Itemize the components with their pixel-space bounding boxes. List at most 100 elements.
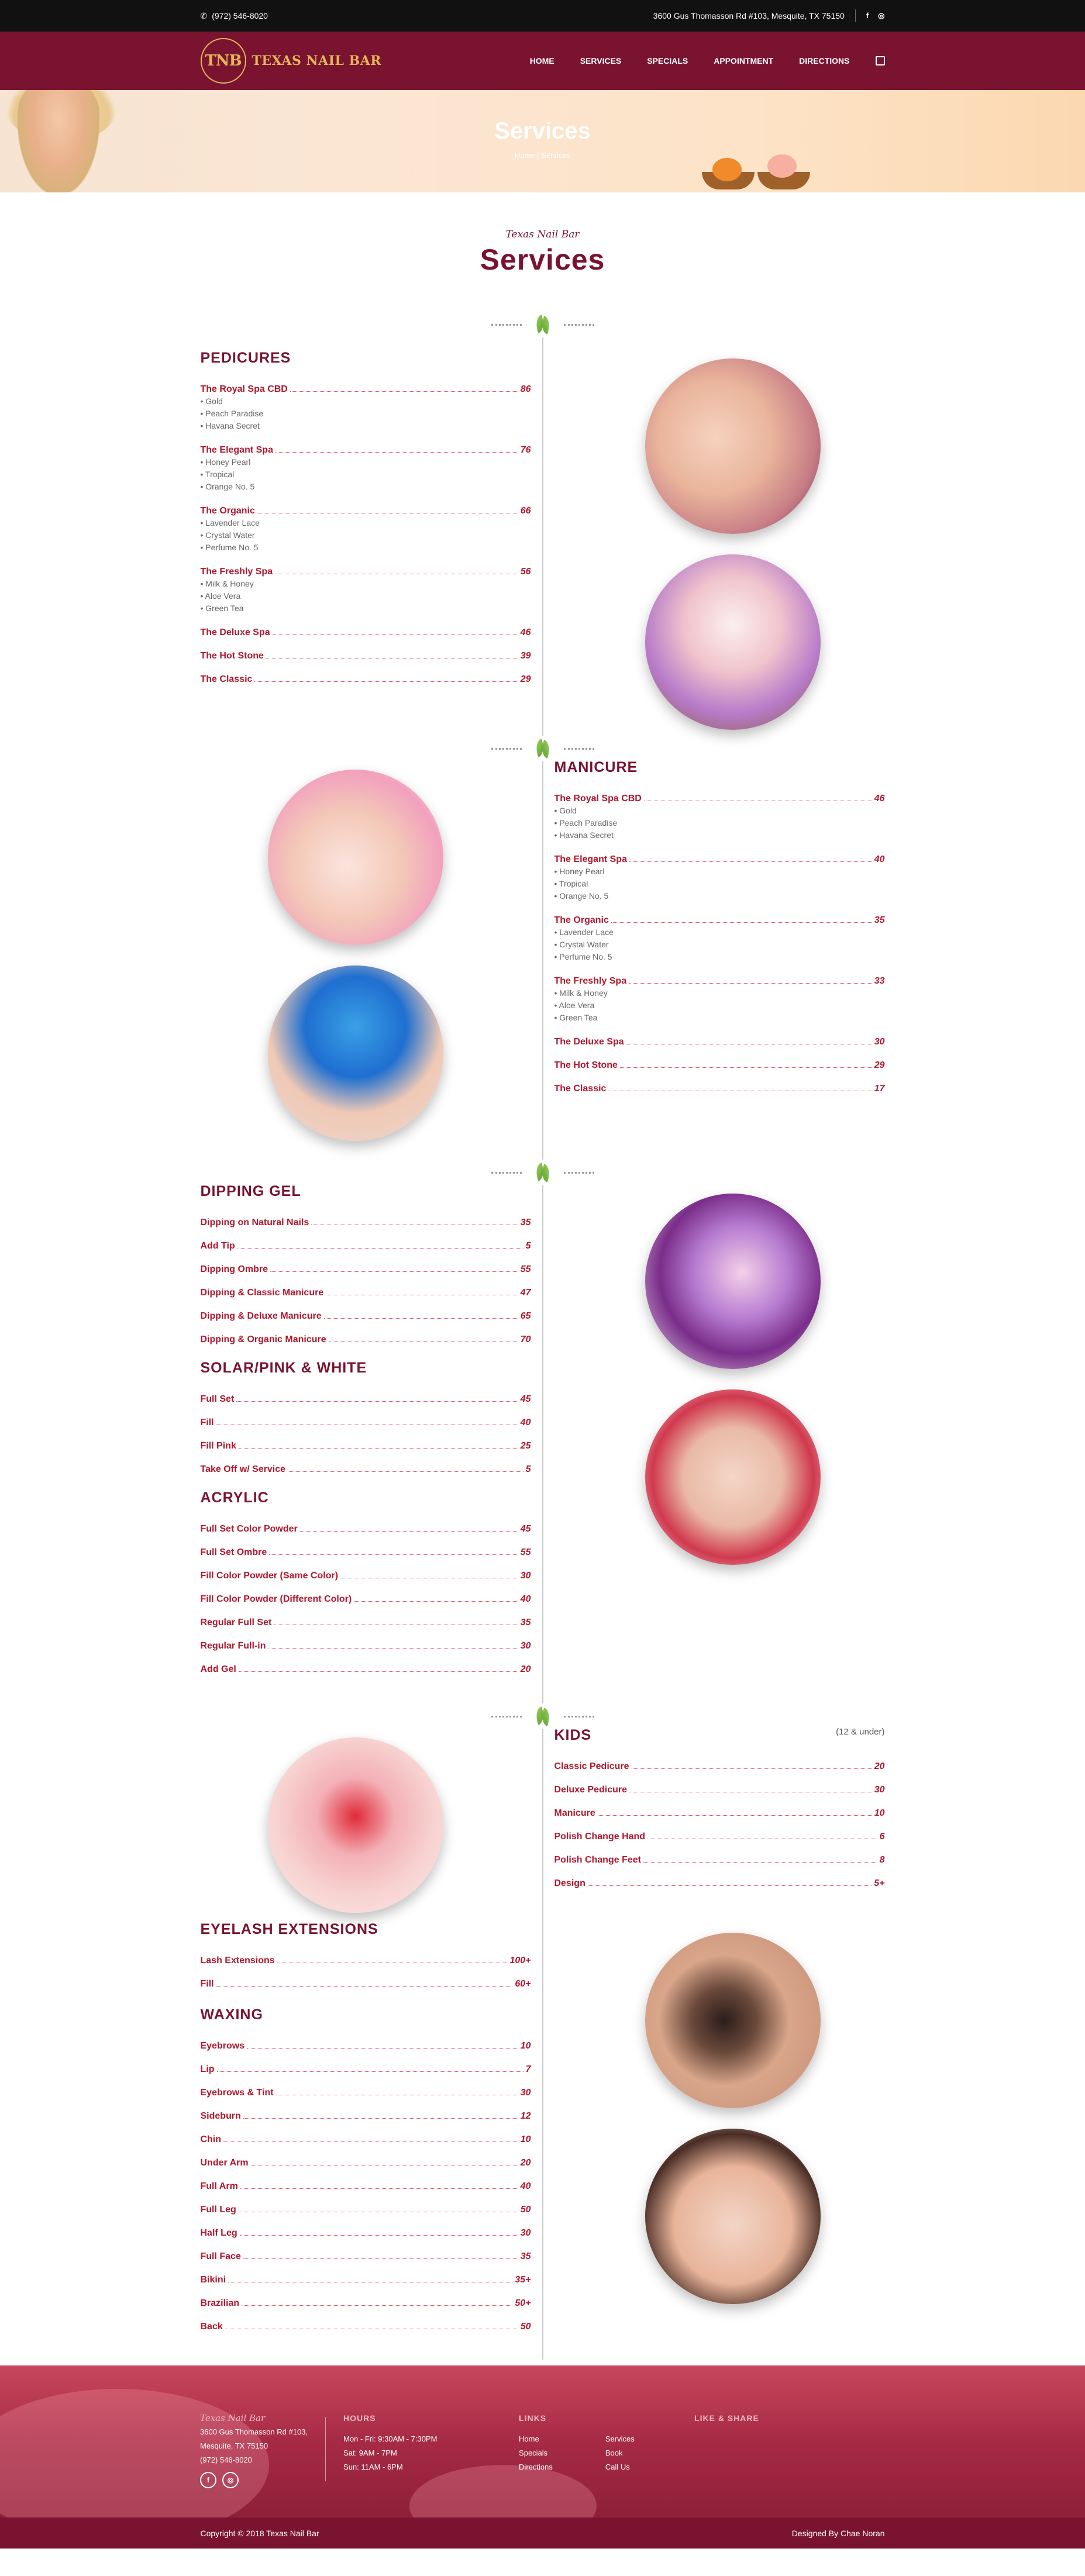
item-price: 55 xyxy=(520,1547,531,1557)
blue-nails-image xyxy=(267,965,443,1141)
item-name: Lash Extensions xyxy=(200,1956,275,1965)
dotted-leader xyxy=(290,391,518,392)
dotted-leader xyxy=(270,1271,518,1272)
item-price: 30 xyxy=(874,1037,885,1047)
item-price: 39 xyxy=(520,651,531,661)
kids-polish-image xyxy=(267,1737,443,1913)
menu-item: Lip 7 xyxy=(201,2051,531,2075)
leaf-icon xyxy=(532,315,553,334)
item-name: Fill Pink xyxy=(200,1441,236,1451)
menu-item: Half Leg 30 xyxy=(201,2215,531,2239)
dotted-leader xyxy=(631,1768,872,1769)
hours-title: HOURS xyxy=(343,2413,376,2423)
item-price: 56 xyxy=(520,567,531,577)
leaf-icon xyxy=(532,1163,553,1182)
menu-item: Fill Color Powder (Different Color) 40 xyxy=(201,1581,531,1605)
menu-item: Full Set Ombre 55 xyxy=(201,1534,531,1558)
instagram-icon[interactable]: ◎ xyxy=(222,2472,239,2488)
item-price: 20 xyxy=(520,2158,531,2168)
item-price: 30 xyxy=(520,2088,531,2098)
category-title: SOLAR/PINK & WHITE xyxy=(200,1360,367,1376)
menu-item: Back 50 xyxy=(201,2309,531,2332)
category-title: ACRYLIC xyxy=(200,1489,269,1506)
dotted-leader xyxy=(354,1601,518,1602)
topbar-phone[interactable]: (972) 546-8020 xyxy=(212,11,268,20)
menu-kids: KIDS (12 & under) Classic Pedicure 20 Delu… xyxy=(554,1727,885,1889)
footer-link-services[interactable]: Services xyxy=(605,2432,635,2446)
french-nails-image xyxy=(645,1389,821,1565)
menu-item: The Hot Stone 29 xyxy=(554,1047,885,1071)
menu-item: Bikini 35+ xyxy=(201,2262,531,2285)
manicure-hand-image xyxy=(267,770,443,945)
menu-item: Regular Full Set 35 xyxy=(201,1605,531,1628)
nav-item-services[interactable]: SERVICES xyxy=(580,56,622,65)
item-name: Classic Pedicure xyxy=(554,1761,629,1771)
dotted-leader xyxy=(288,1471,523,1472)
item-name: The Hot Stone xyxy=(200,651,264,661)
footer: Texas Nail Bar 3600 Gus Thomasson Rd #10… xyxy=(0,2365,1085,2518)
menu-item: The Freshly Spa 56 xyxy=(201,554,531,577)
item-name: The Hot Stone xyxy=(554,1060,618,1070)
hero-title: Services xyxy=(494,118,591,144)
topbar-divider xyxy=(855,9,856,22)
topbar-address[interactable]: 3600 Gus Thomasson Rd #103, Mesquite, TX… xyxy=(653,11,845,20)
menu-item: Eyebrows 10 xyxy=(201,2028,531,2051)
footer-contact: Texas Nail Bar 3600 Gus Thomasson Rd #10… xyxy=(200,2411,308,2488)
footer-link-home[interactable]: Home xyxy=(519,2432,553,2446)
footer-link-book[interactable]: Book xyxy=(605,2446,635,2460)
nav-item-directions[interactable]: DIRECTIONS xyxy=(799,56,849,65)
item-price: 45 xyxy=(520,1524,531,1534)
item-price: 40 xyxy=(874,854,885,864)
menu-item: Full Face 35 xyxy=(201,2239,531,2262)
menu-item: Polish Change Hand 6 xyxy=(554,1819,885,1842)
menu-pedicures: PEDICURES The Royal Spa CBD 86 • Gold • Pe… xyxy=(201,350,531,685)
purple-nails-image xyxy=(645,1194,821,1369)
dotted-leader xyxy=(269,1554,518,1555)
item-price: 10 xyxy=(520,2134,531,2144)
nav-item-home[interactable]: HOME xyxy=(530,56,554,65)
menu-item: Full Set 45 xyxy=(201,1381,531,1405)
item-name: Deluxe Pedicure xyxy=(554,1785,628,1795)
nav-item-specials[interactable]: SPECIALS xyxy=(647,56,688,65)
dotted-leader xyxy=(243,2258,518,2259)
logo[interactable]: TNB TEXAS NAIL BAR xyxy=(200,38,382,84)
menu-item: The Elegant Spa 40 xyxy=(554,842,885,865)
menu-item: Dipping on Natural Nails 35 xyxy=(201,1205,531,1228)
footer-link-call[interactable]: Call Us xyxy=(605,2460,635,2474)
calendar-icon[interactable] xyxy=(875,56,885,65)
item-price: 50 xyxy=(520,2205,531,2215)
item-options: • Honey Pearl • Tropical • Orange No. 5 xyxy=(554,867,609,901)
nails-block: DIPPING GEL Dipping on Natural Nails 35 Ad… xyxy=(201,1160,885,1703)
item-name: The Royal Spa CBD xyxy=(200,384,288,394)
menu-eyelash: EYELASH EXTENSIONS Lash Extensions 100+ Fi… xyxy=(201,1921,531,1989)
item-price: 60+ xyxy=(515,1979,531,1989)
menu-item: The Elegant Spa 76 xyxy=(201,432,531,456)
instagram-icon[interactable]: ◎ xyxy=(878,11,884,20)
item-name: The Deluxe Spa xyxy=(554,1037,624,1047)
item-name: Chin xyxy=(200,2134,222,2144)
item-name: The Freshly Spa xyxy=(554,976,627,986)
item-price: 45 xyxy=(520,1394,531,1404)
breadcrumb[interactable]: Home | Services xyxy=(0,151,1085,160)
center-line xyxy=(542,1185,543,1703)
menu-item: Deluxe Pedicure 30 xyxy=(554,1772,885,1795)
item-name: Dipping & Deluxe Manicure xyxy=(200,1311,322,1321)
footer-link-specials[interactable]: Specials xyxy=(519,2446,553,2460)
item-name: Regular Full-in xyxy=(200,1641,266,1651)
item-price: 35 xyxy=(520,2251,531,2261)
footer-phone[interactable]: (972) 546-8020 xyxy=(200,2453,308,2467)
facebook-icon[interactable]: f xyxy=(200,2472,216,2488)
item-price: 5+ xyxy=(874,1878,885,1888)
menu-item: Fill 60+ xyxy=(201,1966,531,1989)
footer-link-directions[interactable]: Directions xyxy=(519,2460,553,2474)
kids-waxing-block: KIDS (12 & under) Classic Pedicure 20 Delu… xyxy=(201,1703,885,2365)
facebook-icon[interactable]: f xyxy=(866,11,869,20)
item-price: 20 xyxy=(874,1761,885,1771)
logo-text: TEXAS NAIL BAR xyxy=(252,53,382,68)
item-name: Fill xyxy=(200,1418,214,1427)
top-bar: ✆ (972) 546-8020 3600 Gus Thomasson Rd #… xyxy=(0,0,1085,32)
designer-credit[interactable]: Designed By Chae Noran xyxy=(792,2529,885,2538)
item-price: 5 xyxy=(525,1464,531,1474)
nav-item-appointment[interactable]: APPOINTMENT xyxy=(714,56,773,65)
item-price: 30 xyxy=(520,1571,531,1581)
